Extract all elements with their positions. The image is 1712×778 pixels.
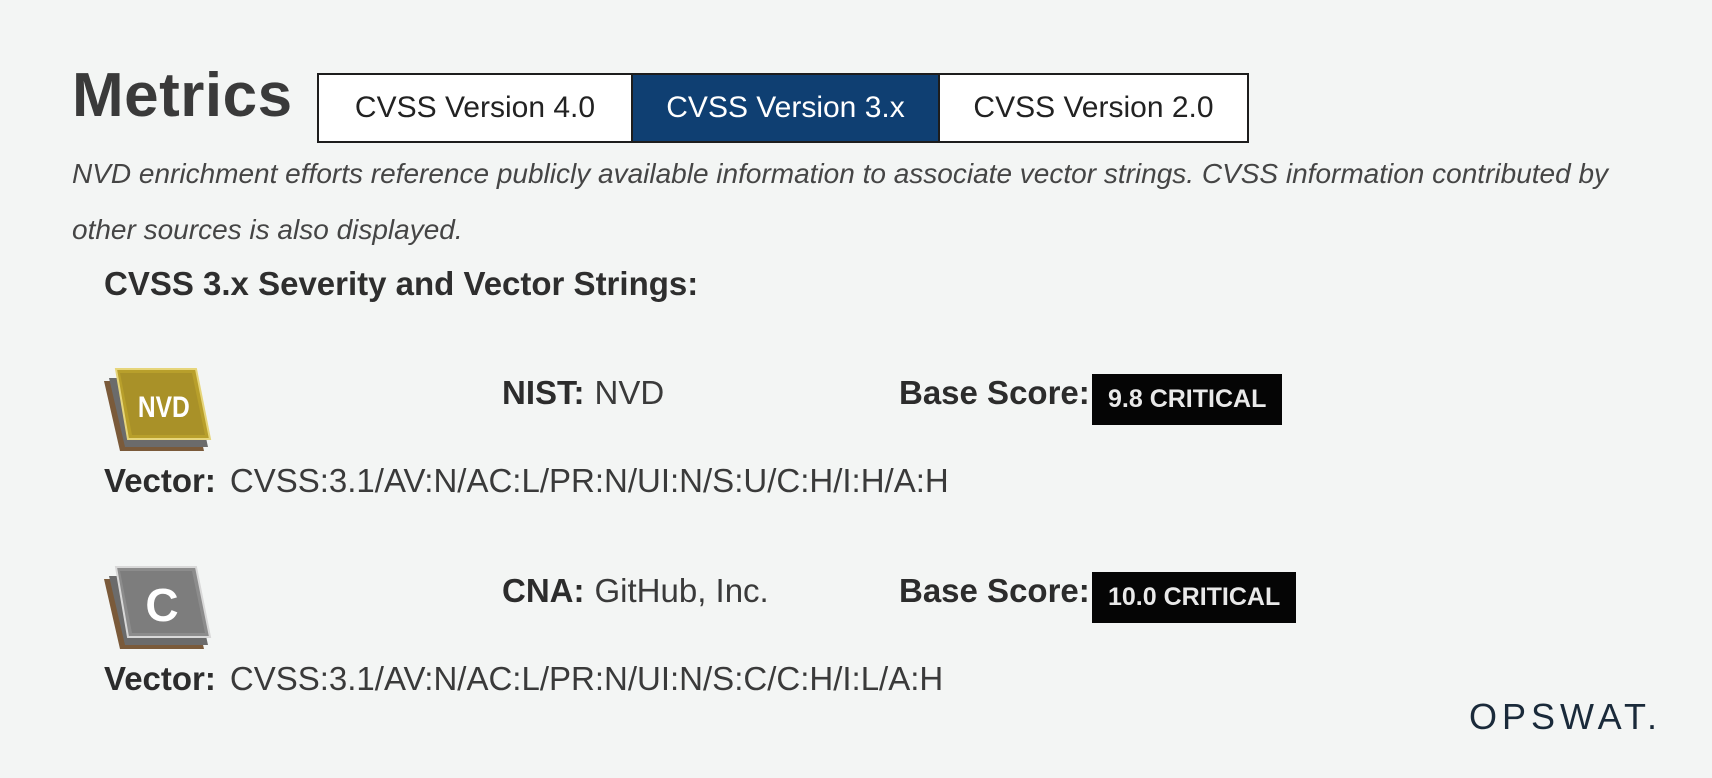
base-score-label: Base Score:: [899, 572, 1090, 609]
vector-label: Vector:: [104, 660, 216, 697]
severity-badge[interactable]: 10.0 CRITICAL: [1092, 572, 1297, 623]
cna-icon: C: [104, 566, 212, 649]
source-nvd: NIST: NVD: [502, 371, 664, 415]
vector-line-nvd: Vector: CVSS:3.1/AV:N/AC:L/PR:N/UI:N/S:U/…: [104, 459, 949, 503]
source-value: GitHub, Inc.: [594, 572, 769, 609]
cna-icon-label: C: [145, 579, 178, 631]
tab-cvss-3-x[interactable]: CVSS Version 3.x: [631, 75, 938, 141]
opswat-logo: OPSWAT.: [1469, 696, 1663, 737]
source-value: NVD: [594, 374, 665, 411]
section-heading: CVSS 3.x Severity and Vector Strings:: [104, 265, 699, 302]
vector-value: CVSS:3.1/AV:N/AC:L/PR:N/UI:N/S:U/C:H/I:H…: [229, 462, 949, 499]
source-cna: CNA: GitHub, Inc.: [502, 569, 769, 613]
vector-value: CVSS:3.1/AV:N/AC:L/PR:N/UI:N/S:C/C:H/I:L…: [229, 660, 944, 697]
vector-line-cna: Vector: CVSS:3.1/AV:N/AC:L/PR:N/UI:N/S:C/…: [104, 657, 943, 701]
severity-badge[interactable]: 9.8 CRITICAL: [1092, 374, 1283, 425]
tab-cvss-4-0[interactable]: CVSS Version 4.0: [319, 75, 631, 141]
source-label: CNA:: [502, 572, 585, 609]
intro-text: NVD enrichment efforts reference publicl…: [72, 158, 1609, 245]
source-label: NIST:: [502, 374, 585, 411]
nvd-icon-label: NVD: [138, 390, 190, 424]
nvd-icon: NVD: [104, 368, 212, 451]
page-title: Metrics: [72, 61, 293, 130]
score-row-nvd: NVD NIST: NVD Base Score: 9.8 CRITICAL Ve…: [104, 365, 1404, 499]
tab-cvss-2-0[interactable]: CVSS Version 2.0: [938, 75, 1247, 141]
cvss-version-tabs: CVSS Version 4.0 CVSS Version 3.x CVSS V…: [317, 73, 1249, 143]
vector-label: Vector:: [104, 462, 216, 499]
score-row-cna: C CNA: GitHub, Inc. Base Score: 10.0 CRIT…: [104, 563, 1404, 697]
base-score-label: Base Score:: [899, 374, 1090, 411]
